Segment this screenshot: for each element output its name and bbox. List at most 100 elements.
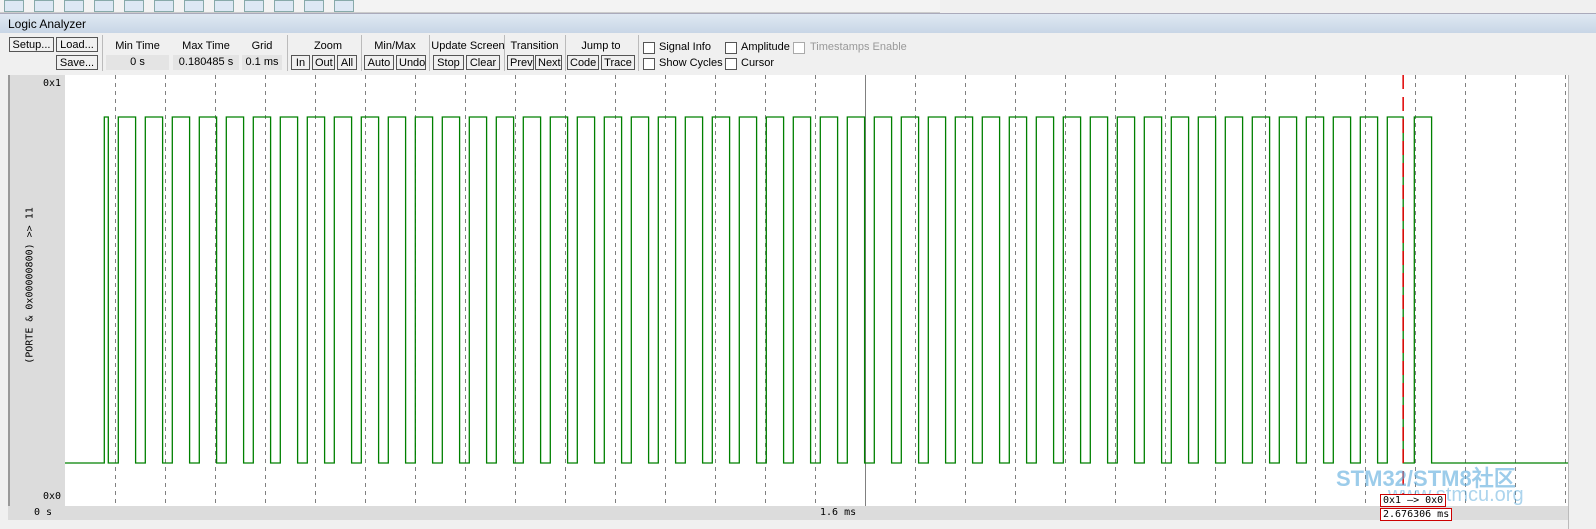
pulse-15: [496, 117, 513, 463]
signal-label-panel[interactable]: 0x1 0x0 (PORTE & 0x00000800) >> 11: [8, 75, 67, 506]
memory-icon[interactable]: [184, 0, 204, 12]
pulse-38: [1117, 117, 1134, 463]
pulse-31: [928, 117, 945, 463]
panel-title-bar: Logic Analyzer: [0, 13, 1596, 34]
window-icon[interactable]: [94, 0, 114, 12]
new-icon[interactable]: [4, 0, 24, 12]
pulse-40: [1171, 117, 1188, 463]
analyzer-icon[interactable]: [154, 0, 174, 12]
pulse-2: [145, 117, 162, 463]
amplitude-checkbox[interactable]: [725, 42, 737, 54]
jump-to-label: Jump to: [581, 40, 621, 52]
pulse-21: [658, 117, 675, 463]
jump-trace-button[interactable]: Trace: [601, 55, 635, 70]
pulse-10: [361, 117, 378, 463]
pulse-7: [280, 117, 297, 463]
pulse-39: [1144, 117, 1161, 463]
signal-info-checkbox[interactable]: [643, 42, 655, 54]
timestamps-checkbox: [793, 42, 805, 54]
save-button[interactable]: Save...: [56, 55, 98, 70]
pulse-1: [118, 117, 135, 463]
pulse-46: [1333, 117, 1350, 463]
pulse-42: [1225, 117, 1242, 463]
pulse-41: [1198, 117, 1215, 463]
signal-info-label: Signal Info: [659, 41, 711, 53]
waveform-plot[interactable]: [65, 75, 1568, 506]
pulse-47: [1360, 117, 1377, 463]
main-toolbar: [0, 0, 940, 13]
cursor-transition-label: 0x1 —> 0x0: [1380, 494, 1447, 507]
pulse-23: [712, 117, 729, 463]
pulse-26: [793, 117, 810, 463]
pulse-11: [388, 117, 405, 463]
pulse-17: [550, 117, 567, 463]
y-max-label: 0x1: [42, 78, 61, 89]
panel-title: Logic Analyzer: [8, 17, 87, 31]
cursor-checkbox[interactable]: [725, 58, 737, 70]
settings-icon[interactable]: [334, 0, 354, 12]
pulse-4: [199, 117, 216, 463]
pulse-22: [685, 117, 702, 463]
minmax-label: Min/Max: [374, 40, 416, 52]
grid-value: 0.1 ms: [242, 55, 282, 70]
signal-name: (PORTE & 0x00000800) >> 11: [24, 207, 36, 364]
pulse-12: [415, 117, 432, 463]
grid-label: Grid: [251, 40, 273, 52]
pulse-19: [604, 117, 621, 463]
pulse-25: [766, 117, 783, 463]
pulse-37: [1090, 117, 1107, 463]
right-border: [1568, 75, 1596, 529]
min-time-label: Min Time: [115, 40, 160, 52]
zoom-all-button[interactable]: All: [337, 55, 357, 70]
pulse-16: [523, 117, 540, 463]
pulse-34: [1009, 117, 1026, 463]
pulse-24: [739, 117, 756, 463]
amplitude-label: Amplitude: [741, 41, 790, 53]
show-cycles-label: Show Cycles: [659, 57, 723, 69]
x-tick-label-1: 1.6 ms: [820, 507, 857, 518]
transition-label: Transition: [510, 40, 559, 52]
auto-button[interactable]: Auto: [364, 55, 394, 70]
pulse-20: [631, 117, 648, 463]
logic-analyzer-icon[interactable]: [244, 0, 264, 12]
pulse-49: [1414, 117, 1431, 463]
trace-icon[interactable]: [274, 0, 294, 12]
print-icon[interactable]: [214, 0, 234, 12]
pulse-5: [226, 117, 243, 463]
min-time-value: 0 s: [106, 55, 169, 70]
stop-button[interactable]: Stop: [433, 55, 464, 70]
pulse-30: [901, 117, 918, 463]
load-button[interactable]: Load...: [56, 37, 98, 52]
pulse-48: [1387, 117, 1403, 463]
pulse-35: [1036, 117, 1053, 463]
show-cycles-checkbox[interactable]: [643, 58, 655, 70]
pulse-27: [820, 117, 837, 463]
pulse-36: [1063, 117, 1080, 463]
prev-transition-button[interactable]: Prev: [507, 55, 534, 70]
pulse-3: [172, 117, 189, 463]
toolbox-icon[interactable]: [304, 0, 324, 12]
pulse-0: [104, 117, 108, 463]
zoom-out-button[interactable]: Out: [312, 55, 335, 70]
jump-code-button[interactable]: Code: [567, 55, 599, 70]
copy-icon[interactable]: [124, 0, 144, 12]
pulse-44: [1279, 117, 1296, 463]
pulse-33: [982, 117, 999, 463]
pulse-32: [955, 117, 972, 463]
zoom-icon[interactable]: [34, 0, 54, 12]
max-time-label: Max Time: [182, 40, 230, 52]
debug-icon[interactable]: [64, 0, 84, 12]
pulse-9: [334, 117, 351, 463]
pulse-13: [442, 117, 459, 463]
cursor-time-label: 2.676306 ms: [1380, 508, 1453, 521]
clear-button[interactable]: Clear: [466, 55, 500, 70]
pulse-45: [1306, 117, 1323, 463]
undo-button[interactable]: Undo: [396, 55, 426, 70]
setup-button[interactable]: Setup...: [9, 37, 54, 52]
next-transition-button[interactable]: Next: [535, 55, 562, 70]
pulse-8: [307, 117, 324, 463]
pulse-6: [253, 117, 270, 463]
zoom-in-button[interactable]: In: [291, 55, 310, 70]
zoom-label: Zoom: [313, 40, 343, 52]
pulse-14: [469, 117, 486, 463]
